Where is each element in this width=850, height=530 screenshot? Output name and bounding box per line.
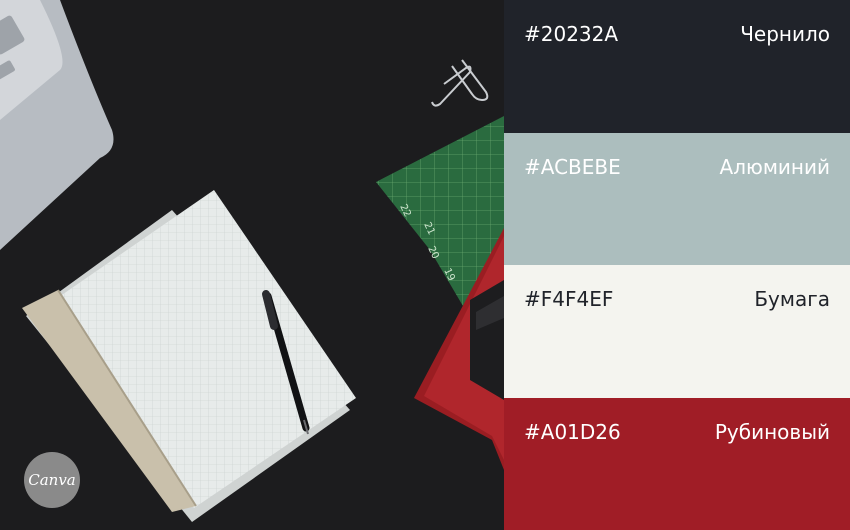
swatch-name: Рубиновый [714, 420, 830, 444]
swatch-hex: #F4F4EF [524, 287, 614, 311]
swatch-paper: #F4F4EF Бумага [504, 265, 850, 398]
swatch-name: Алюминий [719, 155, 830, 179]
palette-panel: #20232A Чернило #ACBEBE Алюминий #F4F4EF… [504, 0, 850, 530]
swatch-name: Чернило [740, 22, 830, 46]
desk-photo: 22 21 20 19 Canva [0, 0, 504, 530]
swatch-hex: #A01D26 [524, 420, 621, 444]
swatch-aluminium: #ACBEBE Алюминий [504, 133, 850, 265]
swatch-hex: #ACBEBE [524, 155, 621, 179]
swatch-ruby: #A01D26 Рубиновый [504, 398, 850, 530]
swatch-ink: #20232A Чернило [504, 0, 850, 133]
color-palette-card: 22 21 20 19 Canva #20232A Чернило #ACBEB… [0, 0, 850, 530]
canva-logo: Canva [24, 452, 80, 508]
swatch-hex: #20232A [524, 22, 619, 46]
swatch-name: Бумага [754, 287, 830, 311]
